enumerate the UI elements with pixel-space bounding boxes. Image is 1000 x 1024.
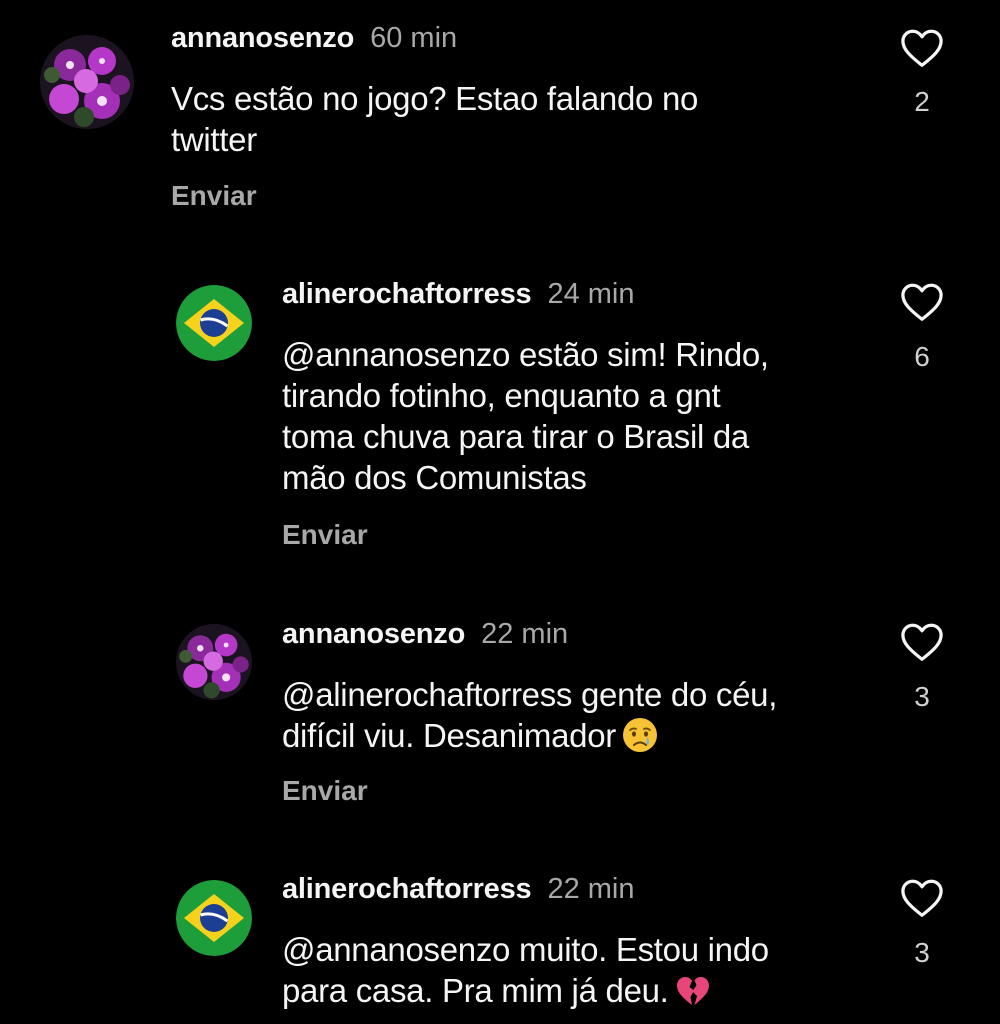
comment-text-line-with-emoji: para casa. Pra mim já deu. [282, 970, 769, 1011]
comment-text-line: tirando fotinho, enquanto a gnt [282, 377, 721, 414]
crying-face-emoji-icon [622, 717, 658, 753]
comment-text-line: para casa. Pra mim já deu. [282, 972, 669, 1009]
brazil-flag-avatar-icon [176, 880, 252, 956]
reply-button[interactable]: Enviar [282, 518, 368, 552]
heart-outline-icon[interactable] [900, 282, 944, 322]
comment-text: @alinerochaftorress gente do céu, difíci… [282, 674, 777, 756]
comment-text-line: @alinerochaftorress gente do céu, [282, 676, 778, 713]
broken-heart-emoji-icon [675, 974, 711, 1008]
timestamp: 24 min [547, 278, 635, 310]
reply-button[interactable]: Enviar [171, 179, 257, 213]
comment-text-line: toma chuva para tirar o Brasil da [282, 418, 749, 455]
purple-flower-avatar-icon [176, 624, 252, 700]
comment-header: alinerochaftorress 22 min [282, 871, 635, 907]
timestamp: 60 min [370, 22, 458, 54]
comment-header: alinerochaftorress 24 min [282, 276, 635, 312]
comment-text-line: twitter [171, 121, 257, 158]
comment-header: annanosenzo 22 min [282, 616, 568, 652]
like-count: 6 [914, 341, 930, 372]
brazil-flag-avatar-icon [176, 285, 252, 361]
timestamp: 22 min [547, 873, 635, 905]
comment-text-line: @annanosenzo estão sim! Rindo, [282, 336, 769, 373]
heart-outline-icon[interactable] [900, 28, 944, 68]
heart-outline-icon[interactable] [900, 878, 944, 918]
username[interactable]: annanosenzo [282, 618, 465, 650]
like-count: 3 [914, 681, 930, 712]
username[interactable]: alinerochaftorress [282, 278, 532, 310]
avatar[interactable] [176, 285, 252, 361]
timestamp: 22 min [481, 618, 569, 650]
username[interactable]: annanosenzo [171, 22, 354, 54]
avatar[interactable] [176, 880, 252, 956]
avatar[interactable] [40, 35, 134, 129]
comment-text: @annanosenzo estão sim! Rindo, tirando f… [282, 334, 769, 498]
comment-text: @annanosenzo muito. Estou indo para casa… [282, 929, 769, 1011]
username[interactable]: alinerochaftorress [282, 873, 532, 905]
avatar[interactable] [176, 624, 252, 700]
purple-flower-avatar-icon [40, 35, 134, 129]
comment-text-line: mão dos Comunistas [282, 459, 587, 496]
comment-text-line: Vcs estão no jogo? Estao falando no [171, 80, 699, 117]
comment-text: Vcs estão no jogo? Estao falando no twit… [171, 78, 698, 160]
comment-text-line: @annanosenzo muito. Estou indo [282, 931, 769, 968]
comment-text-line: difícil viu. Desanimador [282, 717, 616, 754]
reply-button[interactable]: Enviar [282, 774, 368, 808]
like-count: 3 [914, 937, 930, 968]
like-count: 2 [914, 86, 930, 117]
comment-text-line-with-emoji: difícil viu. Desanimador [282, 715, 777, 756]
comment-header: annanosenzo 60 min [171, 20, 457, 56]
heart-outline-icon[interactable] [900, 622, 944, 662]
